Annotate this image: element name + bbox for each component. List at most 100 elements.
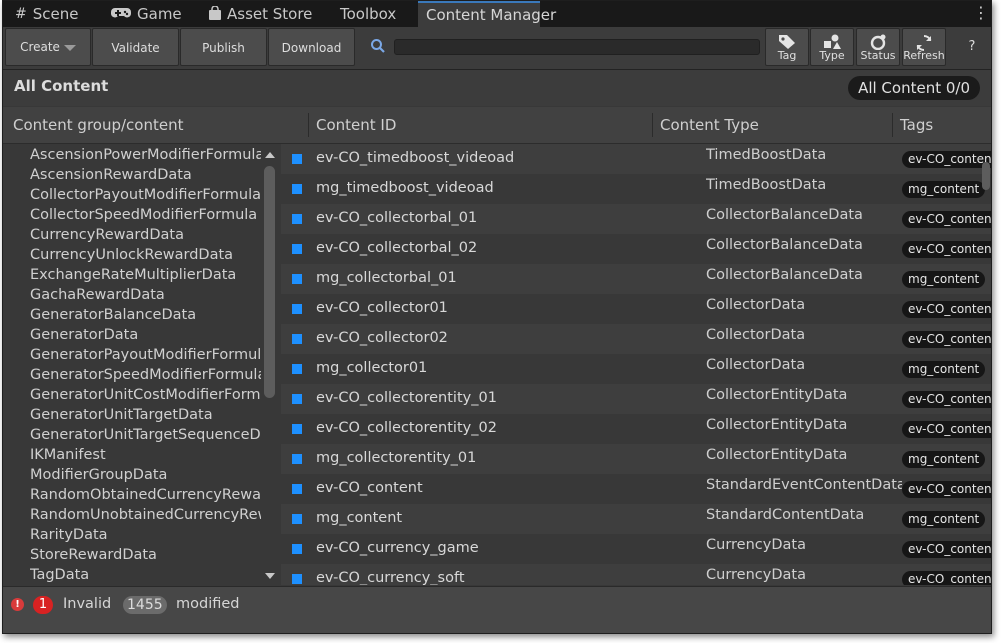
tab-game[interactable]: Game xyxy=(103,1,199,27)
content-marker-icon xyxy=(292,274,302,284)
tag-chip[interactable]: ev-CO_content xyxy=(902,331,991,348)
tag-chip[interactable]: mg_content xyxy=(902,361,986,378)
table-row[interactable]: mg_collectorentity_01 CollectorEntityDat… xyxy=(281,444,991,474)
table-row[interactable]: ev-CO_collectorbal_01 CollectorBalanceDa… xyxy=(281,204,991,234)
table-row[interactable]: ev-CO_collector01 CollectorData ev-CO_co… xyxy=(281,294,991,324)
content-id: ev-CO_collectorbal_02 xyxy=(316,240,478,256)
tab-asset-store[interactable]: Asset Store xyxy=(201,1,331,27)
tag-chip[interactable]: mg_content xyxy=(902,511,986,528)
group-item[interactable]: StoreRewardData xyxy=(30,545,261,565)
column-header-type[interactable]: Content Type xyxy=(652,107,892,143)
table-row[interactable]: ev-CO_currency_soft CurrencyData ev-CO_c… xyxy=(281,564,991,585)
content-type: CollectorBalanceData xyxy=(706,237,863,253)
validate-button[interactable]: Validate xyxy=(92,28,179,66)
content-marker-icon xyxy=(292,424,302,434)
download-button[interactable]: Download xyxy=(268,28,355,66)
modified-count-badge[interactable]: 1455 xyxy=(123,596,167,614)
tag-chip[interactable]: ev-CO_content xyxy=(902,391,991,408)
group-item[interactable]: ModifierGroupData xyxy=(30,465,261,485)
group-item[interactable]: ExchangeRateMultiplierData xyxy=(30,265,261,285)
group-item[interactable]: AscensionRewardData xyxy=(30,165,261,185)
table-row[interactable]: ev-CO_collector02 CollectorData ev-CO_co… xyxy=(281,324,991,354)
error-icon: ! xyxy=(11,598,24,611)
content-id: ev-CO_collectorbal_01 xyxy=(316,210,478,226)
group-item[interactable]: CollectorSpeedModifierFormula xyxy=(30,205,261,225)
table-row[interactable]: ev-CO_timedboost_videoad TimedBoostData … xyxy=(281,144,991,174)
content-id: ev-CO_currency_soft xyxy=(316,570,465,585)
scroll-down-icon[interactable] xyxy=(265,573,275,579)
group-item[interactable]: CurrencyUnlockRewardData xyxy=(30,245,261,265)
content-table-scrollbar[interactable] xyxy=(981,144,991,585)
group-item[interactable]: GachaRewardData xyxy=(30,285,261,305)
invalid-count-badge[interactable]: 1 xyxy=(33,596,53,614)
group-item[interactable]: CurrencyRewardData xyxy=(30,225,261,245)
group-item[interactable]: TagData xyxy=(30,565,261,585)
table-row[interactable]: ev-CO_collectorbal_02 CollectorBalanceDa… xyxy=(281,234,991,264)
tag-chip[interactable]: ev-CO_content xyxy=(902,421,991,438)
status-filter-button[interactable]: Status xyxy=(856,28,900,66)
tag-chip[interactable]: ev-CO_content xyxy=(902,151,991,168)
table-row[interactable]: ev-CO_content StandardEventContentData e… xyxy=(281,474,991,504)
content-type: CurrencyData xyxy=(706,567,806,583)
content-id: mg_collectorbal_01 xyxy=(316,270,457,286)
toolbar: Create Validate Publish Download Tag Typ… xyxy=(3,27,991,70)
group-item[interactable]: AscensionPowerModifierFormula xyxy=(30,145,261,165)
group-item[interactable]: GeneratorUnitTargetSequenceData xyxy=(30,425,261,445)
tab-content-manager[interactable]: Content Manager xyxy=(418,1,556,27)
tag-chip[interactable]: ev-CO_content xyxy=(902,211,991,228)
scroll-up-icon[interactable] xyxy=(265,152,275,158)
content-marker-icon xyxy=(292,244,302,254)
group-item[interactable]: RarityData xyxy=(30,525,261,545)
column-header-tags[interactable]: Tags xyxy=(892,107,991,143)
tag-chip[interactable]: mg_content xyxy=(902,271,986,288)
scrollbar-thumb[interactable] xyxy=(982,162,990,190)
group-item[interactable]: GeneratorUnitCostModifierFormula xyxy=(30,385,261,405)
table-row[interactable]: ev-CO_collectorentity_02 CollectorEntity… xyxy=(281,414,991,444)
tag-chip[interactable]: mg_content xyxy=(902,181,986,198)
tag-chip[interactable]: ev-CO_content xyxy=(902,571,991,585)
tab-menu-icon[interactable]: ⋮ xyxy=(973,1,989,27)
help-button[interactable]: ? xyxy=(957,28,987,66)
table-row[interactable]: mg_timedboost_videoad TimedBoostData mg_… xyxy=(281,174,991,204)
group-item[interactable]: RandomObtainedCurrencyRewardData xyxy=(30,485,261,505)
editor-tab-bar: # Scene Game Asset Store Toolbox Content … xyxy=(3,1,991,27)
tag-chip[interactable]: mg_content xyxy=(902,451,986,468)
invalid-label: Invalid xyxy=(63,596,112,612)
publish-button[interactable]: Publish xyxy=(180,28,267,66)
group-item[interactable]: GeneratorUnitTargetData xyxy=(30,405,261,425)
group-item[interactable]: GeneratorData xyxy=(30,325,261,345)
group-item[interactable]: GeneratorPayoutModifierFormula xyxy=(30,345,261,365)
group-item[interactable]: CollectorPayoutModifierFormula xyxy=(30,185,261,205)
table-row[interactable]: mg_collector01 CollectorData mg_content xyxy=(281,354,991,384)
tag-chip[interactable]: ev-CO_content xyxy=(902,241,991,258)
table-row[interactable]: ev-CO_collectorentity_01 CollectorEntity… xyxy=(281,384,991,414)
table-row[interactable]: mg_collectorbal_01 CollectorBalanceData … xyxy=(281,264,991,294)
status-icon xyxy=(870,34,886,50)
tag-chip[interactable]: ev-CO_content xyxy=(902,481,991,498)
content-marker-icon xyxy=(292,454,302,464)
table-row[interactable]: ev-CO_currency_game CurrencyData ev-CO_c… xyxy=(281,534,991,564)
create-dropdown-button[interactable]: Create xyxy=(5,28,91,66)
tag-chip[interactable]: ev-CO_content xyxy=(902,301,991,318)
tag-filter-button[interactable]: Tag xyxy=(765,28,809,66)
chevron-down-icon xyxy=(63,44,76,51)
table-row[interactable]: mg_content StandardContentData mg_conten… xyxy=(281,504,991,534)
page-title: All Content xyxy=(14,77,109,95)
tab-scene[interactable]: # Scene xyxy=(7,1,103,27)
group-item[interactable]: IKManifest xyxy=(30,445,261,465)
search-input[interactable] xyxy=(394,39,760,55)
tab-toolbox[interactable]: Toolbox xyxy=(332,1,417,27)
column-header-group[interactable]: Content group/content xyxy=(5,107,303,143)
content-type: CollectorData xyxy=(706,297,806,313)
scrollbar-thumb[interactable] xyxy=(264,166,275,398)
section-header: All Content All Content 0/0 xyxy=(3,70,991,106)
group-item[interactable]: RandomUnobtainedCurrencyRewardData xyxy=(30,505,261,525)
column-header-id[interactable]: Content ID xyxy=(308,107,651,143)
tag-chip[interactable]: ev-CO_content xyxy=(902,541,991,558)
group-item[interactable]: GeneratorSpeedModifierFormula xyxy=(30,365,261,385)
group-item[interactable]: GeneratorBalanceData xyxy=(30,305,261,325)
group-list-scrollbar[interactable] xyxy=(262,146,278,583)
refresh-button[interactable]: Refresh xyxy=(902,28,946,66)
type-filter-button[interactable]: Type xyxy=(810,28,854,66)
content-id: ev-CO_collector01 xyxy=(316,300,448,316)
